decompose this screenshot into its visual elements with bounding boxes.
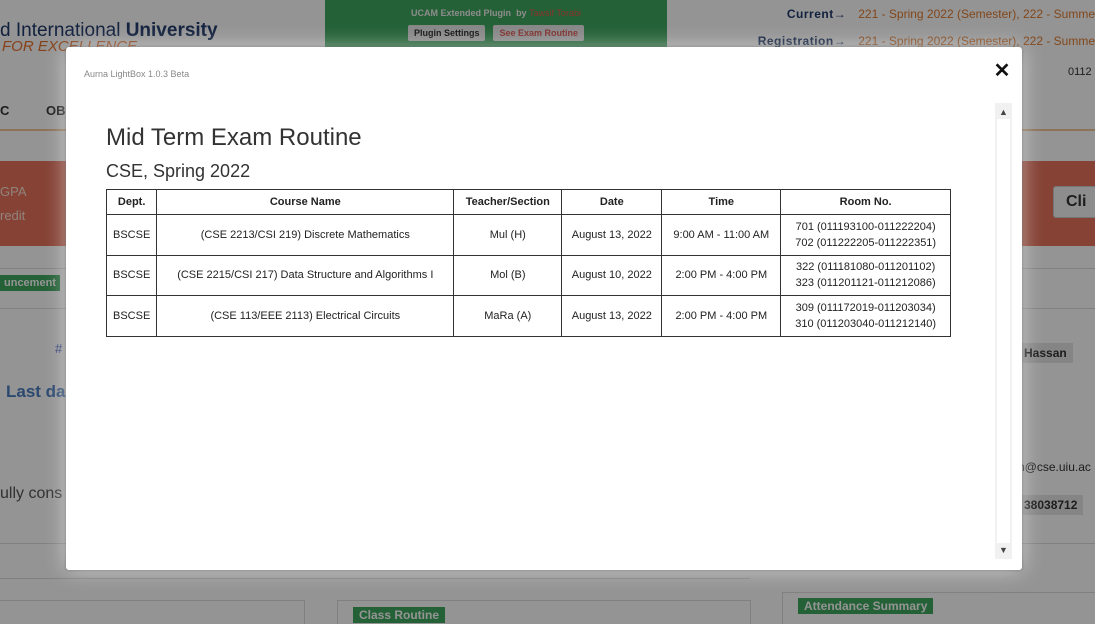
column-header-dept: Dept. (105, 189, 158, 215)
lightbox-version: Aurna LightBox 1.0.3 Beta (84, 69, 190, 79)
cell-date: August 10, 2022 (561, 254, 663, 296)
room-line: 309 (011172019-011203034) (795, 301, 936, 314)
close-icon[interactable]: ✕ (992, 61, 1012, 81)
cell-time: 2:00 PM - 4:00 PM (661, 295, 782, 337)
cell-course-name: (CSE 2215/CSI 217) Data Structure and Al… (156, 254, 455, 296)
scroll-up-icon[interactable]: ▲ (995, 105, 1012, 119)
cell-time: 9:00 AM - 11:00 AM (661, 214, 782, 256)
column-header-time: Time (661, 189, 782, 215)
room-line: 701 (011193100-011222204) (795, 220, 936, 233)
cell-room-no: 309 (011172019-011203034) 310 (011203040… (780, 295, 951, 337)
cell-teacher-section: Mul (H) (453, 214, 563, 256)
cell-date: August 13, 2022 (561, 295, 663, 337)
scrollbar-thumb[interactable] (997, 119, 1010, 543)
column-header-teacher-section: Teacher/Section (453, 189, 563, 215)
cell-course-name: (CSE 113/EEE 2113) Electrical Circuits (156, 295, 455, 337)
table-header-row: Dept. Course Name Teacher/Section Date T… (105, 189, 951, 215)
cell-date: August 13, 2022 (561, 214, 663, 256)
room-line: 310 (011203040-011212140) (795, 317, 937, 330)
column-header-room-no: Room No. (780, 189, 951, 215)
room-line: 322 (011181080-011201102) (796, 261, 936, 274)
scroll-down-icon[interactable]: ▼ (995, 543, 1012, 557)
column-header-course-name: Course Name (156, 189, 455, 215)
cell-room-no: 322 (011181080-011201102) 323 (011201121… (780, 254, 951, 296)
column-header-date: Date (561, 189, 663, 215)
exam-routine-title: Mid Term Exam Routine (106, 124, 362, 151)
cell-dept: BSCSE (105, 295, 158, 337)
lightbox-scrollbar[interactable]: ▲ ▼ (995, 103, 1012, 559)
exam-routine-subtitle: CSE, Spring 2022 (106, 161, 251, 181)
table-row: BSCSE (CSE 113/EEE 2113) Electrical Circ… (105, 295, 951, 337)
cell-time: 2:00 PM - 4:00 PM (661, 254, 782, 296)
table-row: BSCSE (CSE 2215/CSI 217) Data Structure … (105, 254, 951, 296)
cell-dept: BSCSE (105, 214, 158, 256)
cell-room-no: 701 (011193100-011222204) 702 (011222205… (780, 214, 951, 256)
cell-dept: BSCSE (105, 254, 158, 296)
lightbox-content: Mid Term Exam Routine CSE, Spring 2022 D… (66, 102, 996, 560)
lightbox-modal: Aurna LightBox 1.0.3 Beta ✕ Mid Term Exa… (66, 47, 1022, 570)
room-line: 702 (011222205-011222351) (795, 236, 937, 249)
room-line: 323 (011201121-011212086) (795, 277, 936, 290)
exam-routine-table: Dept. Course Name Teacher/Section Date T… (105, 189, 951, 337)
cell-teacher-section: Mol (B) (453, 254, 563, 296)
cell-teacher-section: MaRa (A) (453, 295, 563, 337)
cell-course-name: (CSE 2213/CSI 219) Discrete Mathematics (156, 214, 455, 256)
table-row: BSCSE (CSE 2213/CSI 219) Discrete Mathem… (105, 214, 951, 256)
